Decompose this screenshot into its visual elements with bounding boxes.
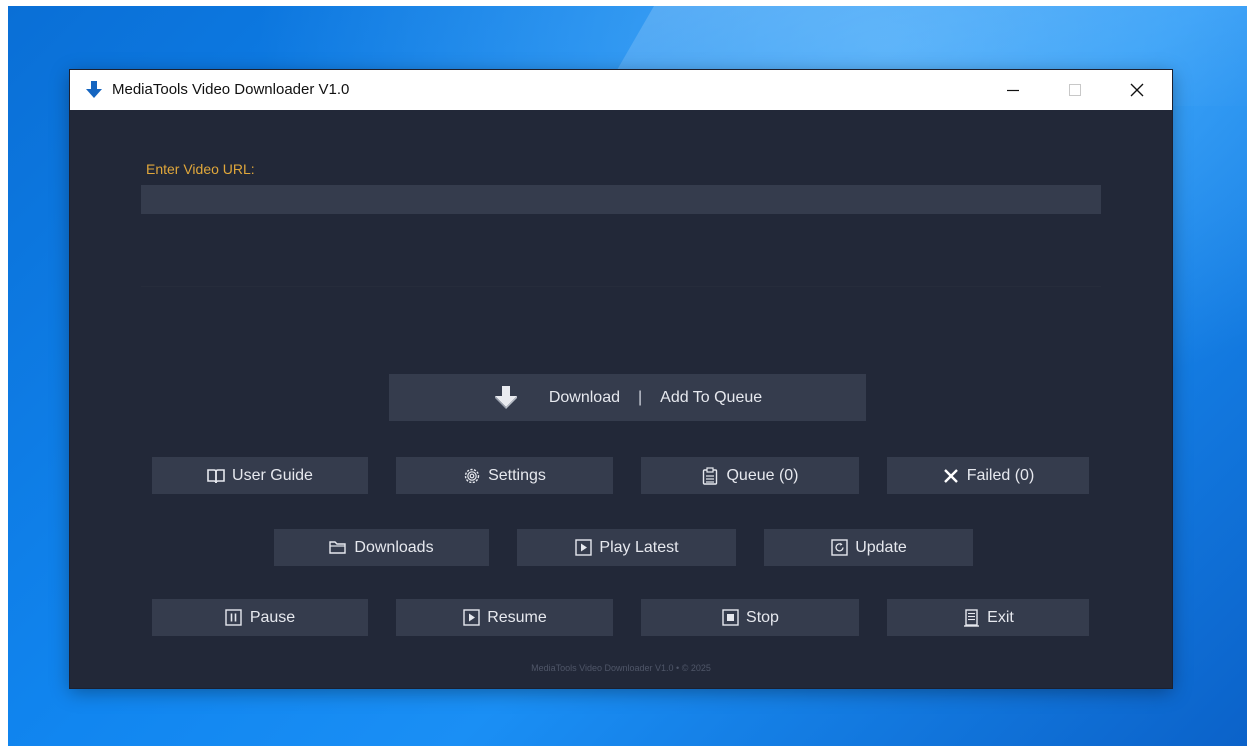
stop-label: Stop xyxy=(746,608,779,626)
play-latest-button[interactable]: Play Latest xyxy=(517,529,736,566)
folder-icon xyxy=(329,539,347,557)
stop-button[interactable]: Stop xyxy=(641,599,859,636)
maximize-icon xyxy=(1069,84,1081,96)
x-mark-icon xyxy=(942,467,960,485)
book-icon xyxy=(207,467,225,485)
update-label: Update xyxy=(855,538,907,556)
footer-copyright: MediaTools Video Downloader V1.0 • © 202… xyxy=(531,663,711,673)
window-title: MediaTools Video Downloader V1.0 xyxy=(112,81,350,98)
exit-label: Exit xyxy=(987,608,1014,626)
maximize-button[interactable] xyxy=(1045,70,1105,110)
close-icon xyxy=(1130,83,1144,97)
play-icon xyxy=(574,539,592,557)
download-add-to-queue-button[interactable]: Download | Add To Queue xyxy=(389,374,866,421)
queue-button[interactable]: Queue (0) xyxy=(641,457,859,494)
settings-label: Settings xyxy=(488,466,546,484)
download-arrow-app-icon xyxy=(86,81,102,98)
download-separator: | xyxy=(637,388,643,406)
user-guide-button[interactable]: User Guide xyxy=(152,457,368,494)
downloads-label: Downloads xyxy=(354,538,434,556)
download-arrow-icon xyxy=(494,385,517,409)
pause-button[interactable]: Pause xyxy=(152,599,368,636)
stop-icon xyxy=(721,609,739,627)
minimize-button[interactable] xyxy=(983,70,1043,110)
queue-label: Queue (0) xyxy=(726,466,799,484)
play-latest-label: Play Latest xyxy=(599,538,679,556)
refresh-icon xyxy=(830,539,848,557)
minimize-icon xyxy=(1007,89,1019,92)
url-label: Enter Video URL: xyxy=(146,161,255,177)
clipboard-icon xyxy=(701,466,719,485)
add-to-queue-label: Add To Queue xyxy=(660,388,763,406)
pause-label: Pause xyxy=(249,608,296,626)
settings-button[interactable]: Settings xyxy=(396,457,613,494)
section-divider xyxy=(141,286,1101,287)
play-icon xyxy=(462,609,480,627)
download-label: Download xyxy=(548,388,620,406)
downloads-button[interactable]: Downloads xyxy=(274,529,489,566)
resume-label: Resume xyxy=(487,608,547,626)
user-guide-label: User Guide xyxy=(232,466,313,484)
gear-icon xyxy=(463,467,481,485)
pause-icon xyxy=(225,609,243,627)
url-input[interactable] xyxy=(141,185,1101,214)
failed-label: Failed (0) xyxy=(966,466,1035,484)
door-exit-icon xyxy=(962,608,980,627)
update-button[interactable]: Update xyxy=(764,529,973,566)
app-window: MediaTools Video Downloader V1.0 Enter V… xyxy=(70,70,1172,688)
resume-button[interactable]: Resume xyxy=(396,599,613,636)
close-button[interactable] xyxy=(1107,70,1167,110)
exit-button[interactable]: Exit xyxy=(887,599,1089,636)
failed-button[interactable]: Failed (0) xyxy=(887,457,1089,494)
title-bar[interactable]: MediaTools Video Downloader V1.0 xyxy=(70,70,1172,110)
